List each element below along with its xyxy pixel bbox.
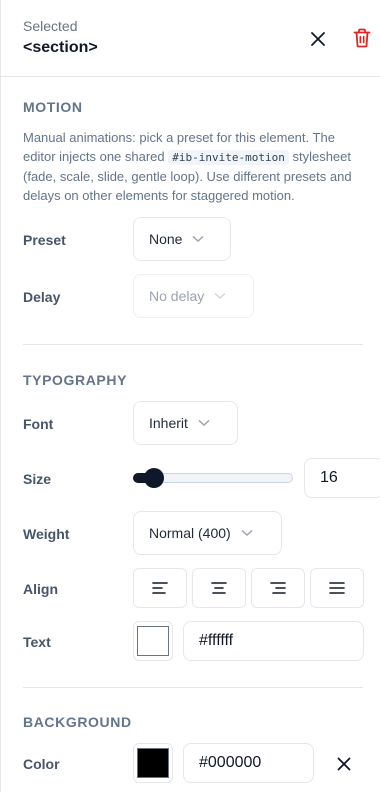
font-value: Inherit xyxy=(149,415,188,431)
close-icon xyxy=(311,32,325,46)
text-color-swatch[interactable] xyxy=(133,621,173,661)
text-color-label: Text xyxy=(23,634,51,650)
section-divider xyxy=(23,687,363,688)
chevron-down-icon xyxy=(198,419,210,427)
background-color-swatch[interactable] xyxy=(133,743,173,783)
preset-label: Preset xyxy=(23,232,66,248)
align-left-icon xyxy=(152,582,168,594)
size-input[interactable]: 16 xyxy=(304,458,380,498)
motion-description: Manual animations: pick a preset for thi… xyxy=(23,128,368,205)
motion-section-title: MOTION xyxy=(23,99,83,115)
background-color-chip xyxy=(137,748,169,778)
font-label: Font xyxy=(23,416,54,432)
background-section-title: BACKGROUND xyxy=(23,714,132,730)
motion-stylesheet-code: #ib-invite-motion xyxy=(168,150,289,165)
trash-icon xyxy=(353,28,371,48)
close-button[interactable] xyxy=(306,27,330,51)
align-center-button[interactable] xyxy=(192,568,246,608)
chevron-down-icon xyxy=(192,235,204,243)
preset-value: None xyxy=(149,231,183,247)
clear-background-button[interactable] xyxy=(332,752,356,776)
align-right-icon xyxy=(270,582,286,594)
align-justify-button[interactable] xyxy=(310,568,364,608)
preset-select[interactable]: None xyxy=(133,217,231,261)
header-divider xyxy=(1,76,380,77)
align-center-icon xyxy=(211,582,227,594)
font-select[interactable]: Inherit xyxy=(133,401,238,445)
align-label: Align xyxy=(23,581,58,597)
selected-element-tag: <section> xyxy=(23,39,98,56)
weight-label: Weight xyxy=(23,526,70,542)
delete-element-button[interactable] xyxy=(350,26,374,50)
align-justify-icon xyxy=(329,582,345,594)
align-left-button[interactable] xyxy=(133,568,187,608)
inspector-panel: Selected <section> MOTION Manual animati… xyxy=(0,0,380,792)
section-divider xyxy=(23,344,363,345)
slider-thumb[interactable] xyxy=(144,468,164,488)
align-right-button[interactable] xyxy=(251,568,305,608)
text-color-hex-input[interactable]: #ffffff xyxy=(183,621,364,661)
delay-select[interactable]: No delay xyxy=(133,274,254,318)
text-color-chip xyxy=(137,626,169,656)
background-color-hex-input[interactable]: #000000 xyxy=(183,743,314,783)
delay-label: Delay xyxy=(23,289,61,305)
selected-label: Selected xyxy=(23,18,78,34)
typography-section-title: TYPOGRAPHY xyxy=(23,372,128,388)
chevron-down-icon xyxy=(214,292,226,300)
weight-select[interactable]: Normal (400) xyxy=(133,511,282,555)
size-label: Size xyxy=(23,471,52,487)
close-icon xyxy=(337,757,351,771)
delay-value: No delay xyxy=(149,288,205,304)
weight-value: Normal (400) xyxy=(149,525,231,541)
size-slider[interactable] xyxy=(133,468,293,488)
background-color-label: Color xyxy=(23,756,60,772)
chevron-down-icon xyxy=(241,529,253,537)
